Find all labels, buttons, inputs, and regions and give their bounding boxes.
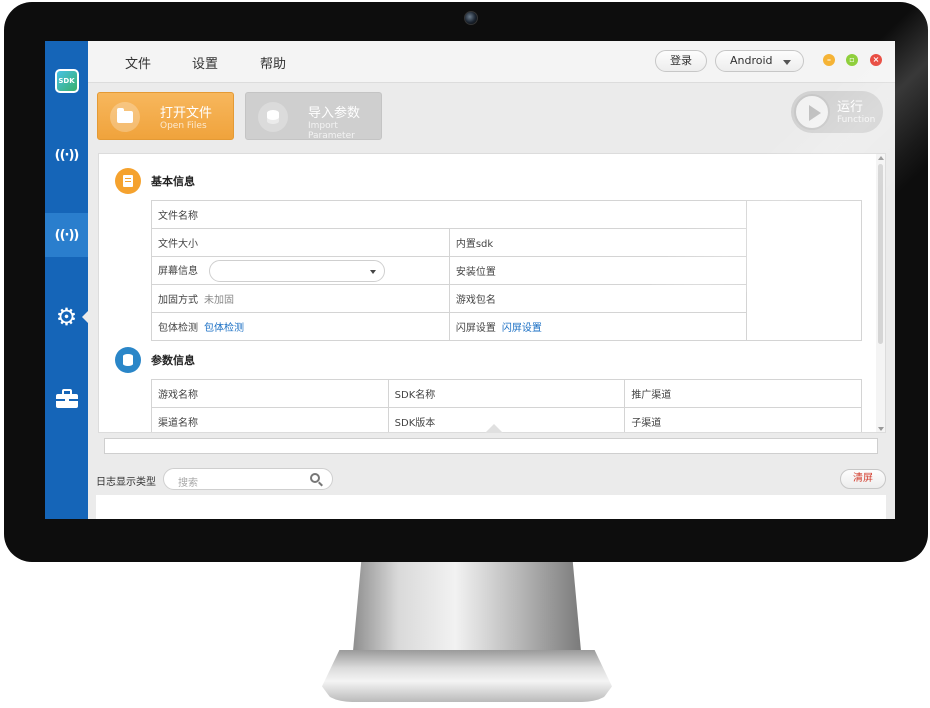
scroll-down-icon[interactable]	[878, 427, 884, 431]
screen-info-select[interactable]	[209, 259, 386, 282]
app-logo-icon: SDK	[54, 69, 79, 93]
sidebar: SDK ((·)) ((·)) ⚙	[45, 41, 88, 519]
database-gear-icon	[115, 347, 141, 373]
channel-name-label: 渠道名称	[151, 407, 389, 432]
promo-channel-label: 推广渠道	[624, 379, 862, 408]
toolbox-icon	[55, 389, 78, 408]
preview-cell	[746, 200, 862, 341]
log-search-input[interactable]: 搜索	[163, 468, 333, 490]
scroll-up-icon[interactable]	[878, 156, 884, 160]
apple-logo-icon	[458, 529, 476, 549]
sidebar-item-wireless-off[interactable]: ((·))	[45, 213, 88, 257]
toolbar: 打开文件 Open Files 导入参数 Import Parameter 运行…	[88, 83, 895, 145]
maximize-button[interactable]: ▫	[846, 54, 858, 66]
chevron-down-icon	[783, 60, 791, 65]
sdk-name-label: SDK名称	[387, 379, 626, 408]
sidebar-logo[interactable]: SDK	[45, 59, 88, 103]
game-package-label: 游戏包名	[448, 284, 748, 313]
login-button[interactable]: 登录	[655, 50, 707, 72]
open-files-title: 打开文件	[160, 106, 213, 121]
basic-info-title: 基本信息	[151, 175, 195, 188]
open-files-button[interactable]: 打开文件 Open Files	[97, 92, 234, 140]
app-window: SDK ((·)) ((·)) ⚙ 文件 设置 帮助 登录 Android – …	[45, 41, 895, 519]
platform-select[interactable]: Android	[715, 50, 804, 72]
run-button[interactable]: 运行 Function	[791, 91, 883, 133]
content-panel: 基本信息 文件名称 文件大小 内置sdk 屏幕信息 安装位置 加固方式 未加固 …	[98, 153, 886, 433]
splash-settings-cell: 闪屏设置 闪屏设置	[448, 312, 748, 341]
screen-info-label: 屏幕信息	[158, 265, 198, 277]
database-icon	[258, 102, 288, 132]
content-scrollbar[interactable]	[876, 154, 885, 432]
protection-label: 加固方式	[158, 295, 198, 306]
sidebar-item-settings[interactable]: ⚙	[45, 295, 88, 339]
import-parameter-button[interactable]: 导入参数 Import Parameter	[245, 92, 382, 141]
log-type-label: 日志显示类型	[96, 477, 156, 488]
log-search-placeholder: 搜索	[178, 478, 198, 489]
splash-settings-label: 闪屏设置	[455, 323, 496, 334]
monitor-stand-neck	[352, 562, 582, 662]
params-info-header: 参数信息	[115, 347, 195, 373]
collapse-toggle-icon[interactable]	[485, 424, 503, 433]
clear-screen-button[interactable]: 清屏	[840, 469, 886, 489]
sidebar-item-toolbox[interactable]	[45, 377, 88, 421]
file-name-label: 文件名称	[150, 200, 748, 229]
menu-file[interactable]: 文件	[125, 53, 151, 72]
logo-text: SDK	[58, 77, 75, 85]
play-icon	[794, 94, 830, 130]
menu-help[interactable]: 帮助	[260, 53, 286, 72]
screen-info-cell: 屏幕信息	[151, 256, 450, 285]
scroll-thumb[interactable]	[878, 164, 883, 344]
package-check-cell: 包体检测 包体检测	[151, 312, 450, 341]
menu-bar: 文件 设置 帮助 登录 Android – ▫ ×	[88, 41, 895, 83]
import-parameter-title: 导入参数	[308, 106, 361, 121]
log-toolbar: 日志显示类型 搜索 清屏	[88, 461, 895, 495]
params-info-table: 游戏名称 SDK名称 推广渠道 渠道名称 SDK版本 子渠道	[151, 379, 862, 432]
close-button[interactable]: ×	[870, 54, 882, 66]
package-check-link[interactable]: 包体检测	[204, 323, 244, 334]
package-check-label: 包体检测	[158, 323, 198, 334]
camera-icon	[464, 11, 478, 25]
active-indicator-arrow	[82, 311, 88, 323]
basic-info-header: 基本信息	[115, 168, 195, 194]
monitor-stand-base	[322, 650, 612, 702]
table-row: 渠道名称 SDK版本 子渠道	[151, 407, 862, 432]
open-files-subtitle: Open Files	[160, 121, 207, 131]
sdk-version-label: SDK版本	[387, 407, 626, 432]
platform-select-value: Android	[730, 54, 773, 67]
protection-value: 未加固	[204, 295, 234, 306]
protection-cell: 加固方式 未加固	[151, 284, 450, 313]
splitter-bar[interactable]	[104, 438, 878, 454]
search-icon[interactable]	[310, 473, 320, 483]
log-output-area	[96, 495, 886, 519]
folder-icon	[110, 102, 140, 132]
run-subtitle: Function	[837, 115, 876, 125]
file-size-label: 文件大小	[151, 228, 450, 257]
table-row: 游戏名称 SDK名称 推广渠道	[151, 379, 862, 408]
install-location-label: 安装位置	[448, 256, 748, 285]
monitor-bezel: SDK ((·)) ((·)) ⚙ 文件 设置 帮助 登录 Android – …	[4, 2, 928, 562]
params-info-title: 参数信息	[151, 354, 195, 367]
game-name-label: 游戏名称	[151, 379, 389, 408]
basic-info-table: 文件名称 文件大小 内置sdk 屏幕信息 安装位置 加固方式 未加固 游戏包名 …	[150, 200, 862, 341]
sub-channel-label: 子渠道	[624, 407, 862, 432]
chevron-down-icon	[370, 269, 377, 274]
sidebar-item-wireless[interactable]: ((·))	[45, 133, 88, 177]
run-title: 运行	[837, 100, 864, 115]
menu-settings[interactable]: 设置	[192, 53, 218, 72]
document-icon	[115, 168, 141, 194]
gear-icon: ⚙	[55, 303, 78, 331]
splash-settings-link[interactable]: 闪屏设置	[502, 323, 542, 334]
wireless-icon: ((·))	[54, 147, 80, 163]
import-parameter-subtitle: Import Parameter	[308, 121, 355, 141]
minimize-button[interactable]: –	[823, 54, 835, 66]
table-row: 文件名称	[150, 200, 862, 341]
builtin-sdk-label: 内置sdk	[448, 228, 748, 257]
wireless-off-icon: ((·))	[54, 227, 80, 243]
